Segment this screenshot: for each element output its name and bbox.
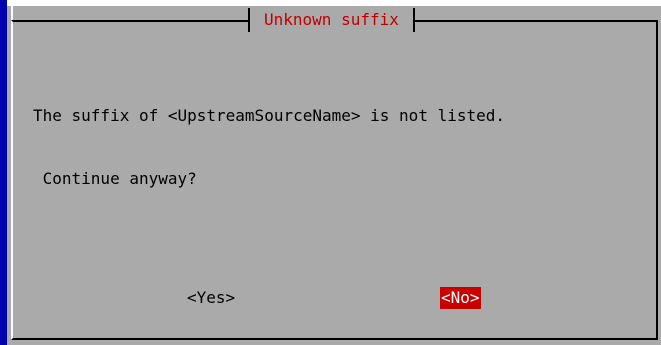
dialog-title: Unknown suffix <box>264 10 399 29</box>
no-button[interactable]: <No> <box>440 287 481 309</box>
backdrop <box>0 0 7 345</box>
title-right-tee <box>412 8 415 32</box>
message-line: The suffix of <UpstreamSourceName> is no… <box>33 106 506 125</box>
dialog-title-bar: Unknown suffix <box>248 8 415 32</box>
dialog-message: The suffix of <UpstreamSourceName> is no… <box>33 63 633 231</box>
terminal-screen: Unknown suffix The suffix of <UpstreamSo… <box>0 0 661 345</box>
message-line: Continue anyway? <box>33 169 197 188</box>
yes-button[interactable]: <Yes> <box>186 287 236 309</box>
